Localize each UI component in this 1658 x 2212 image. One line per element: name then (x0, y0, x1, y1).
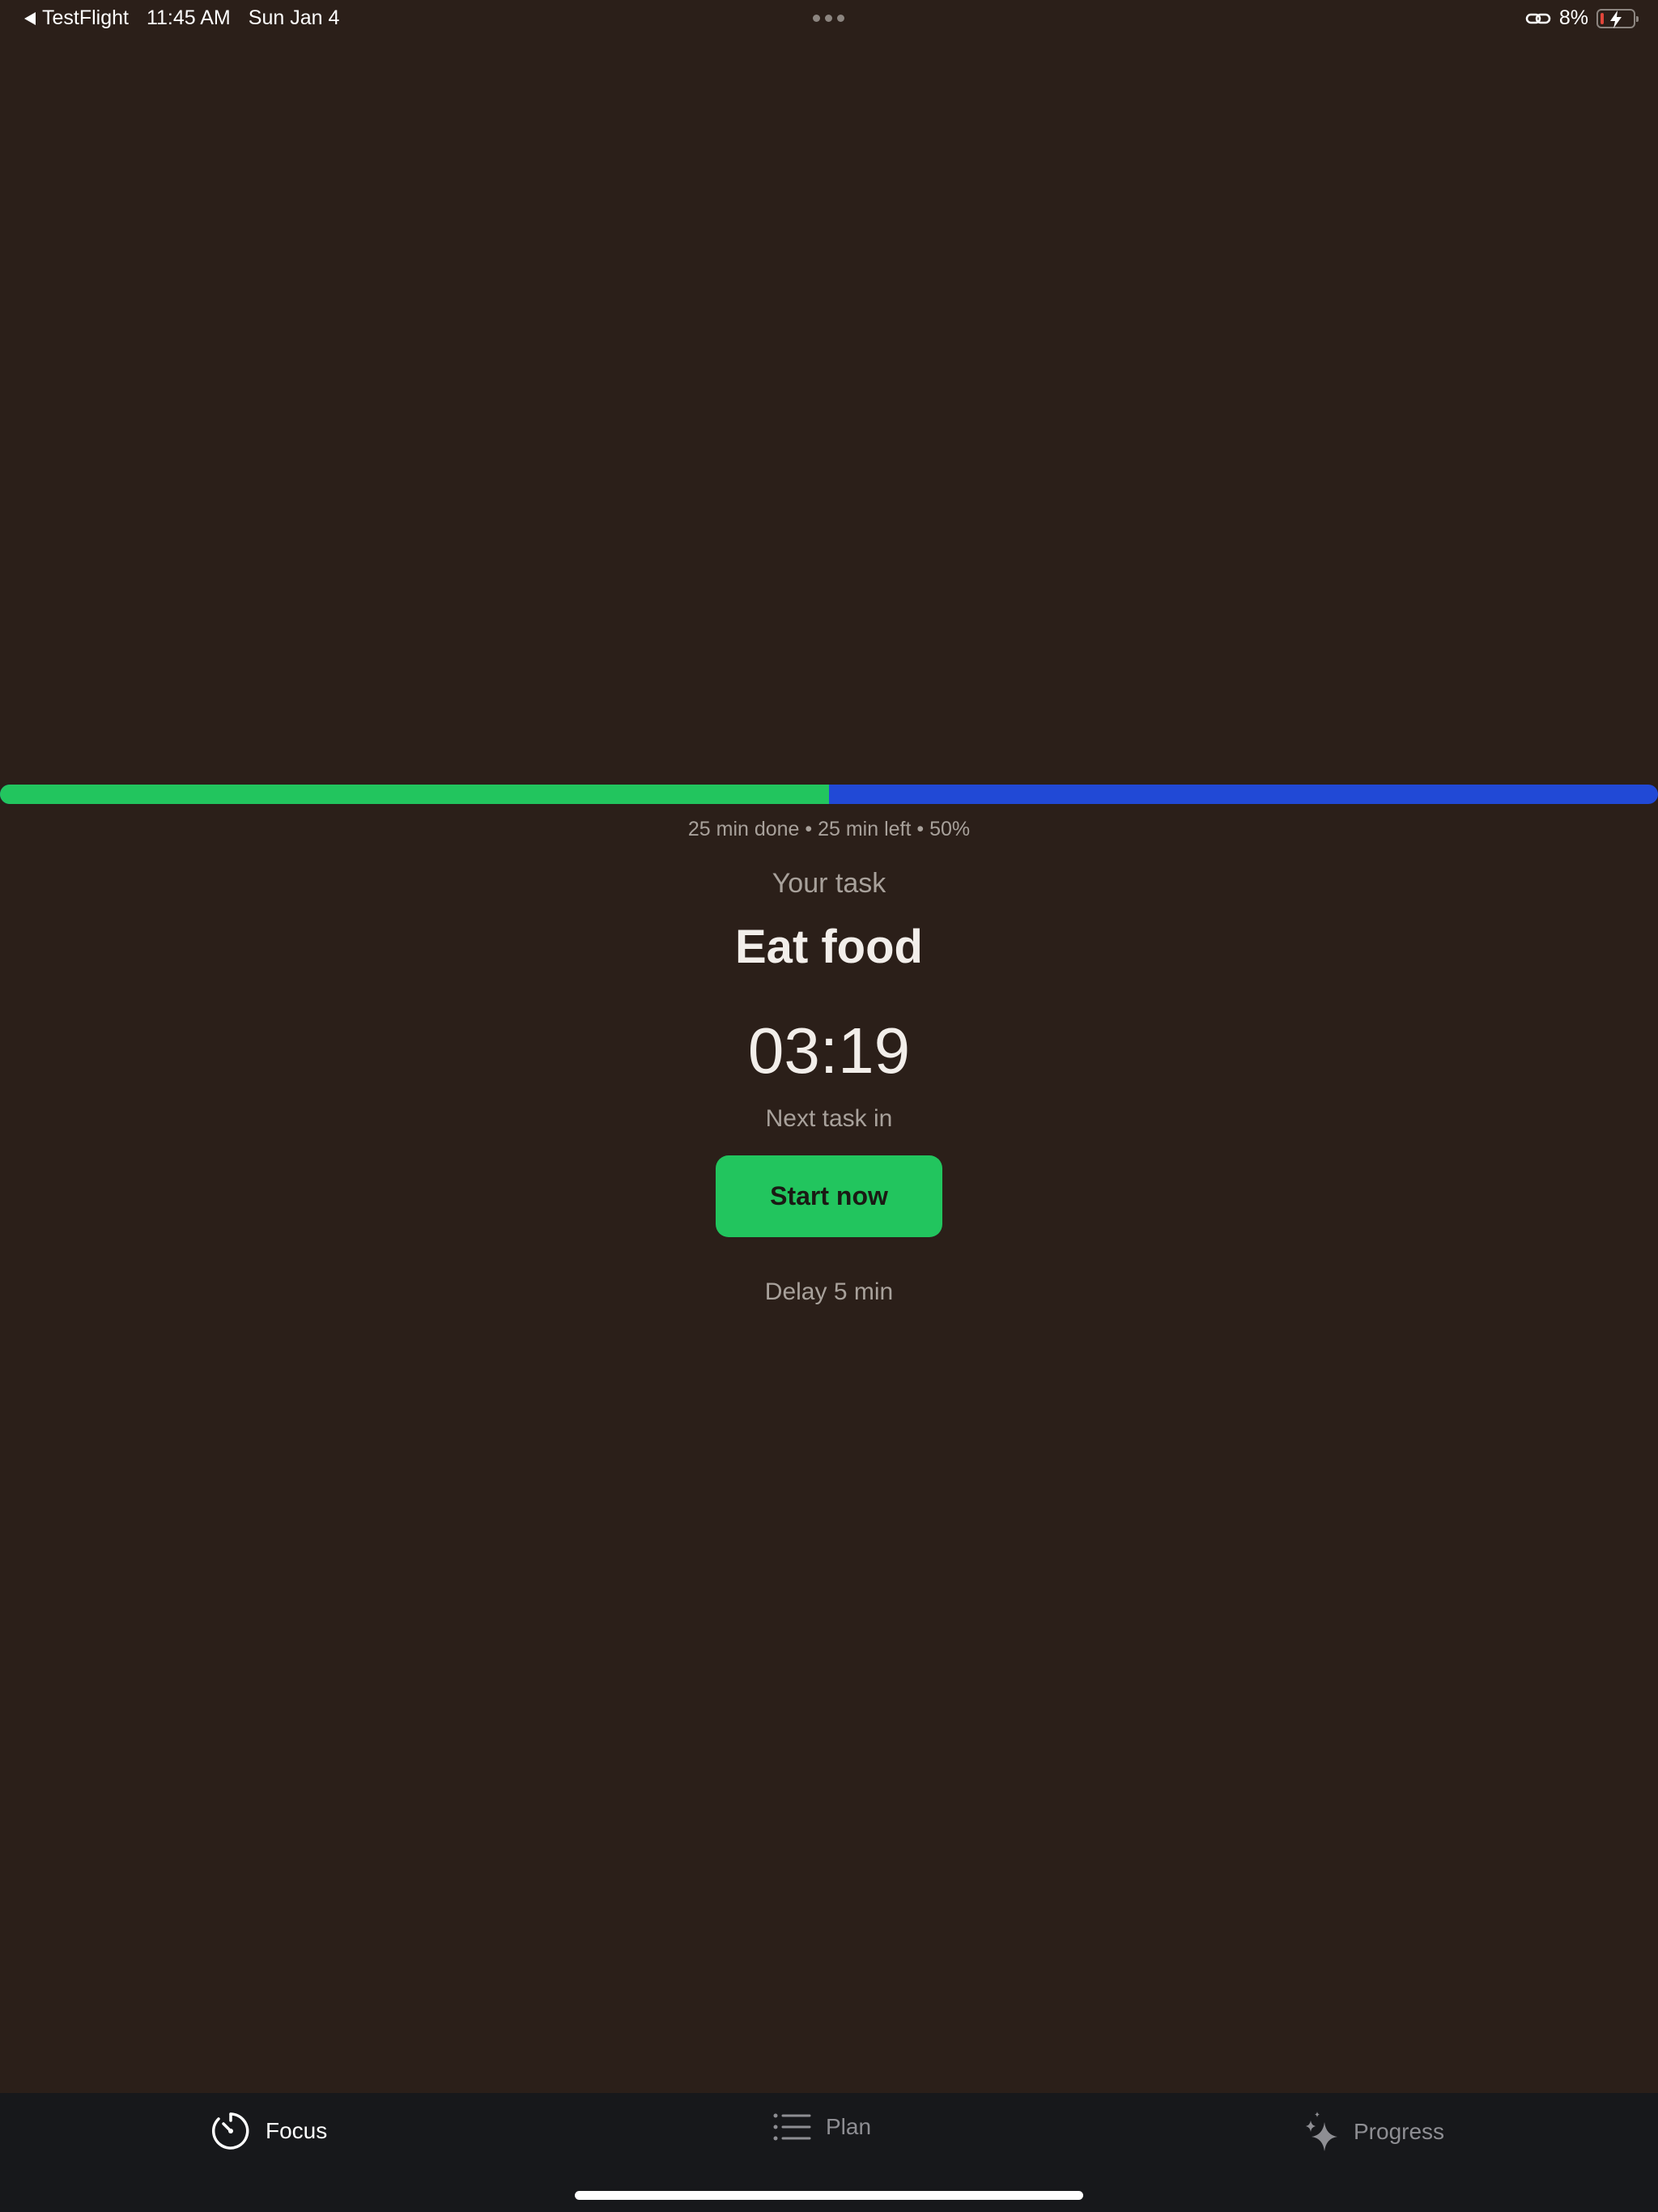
task-caption: Your task (772, 868, 886, 899)
delay-button[interactable]: Delay 5 min (0, 1278, 1658, 1306)
tab-focus-label: Focus (266, 2118, 328, 2143)
tab-progress[interactable]: Progress (1303, 2111, 1444, 2153)
back-to-app-button[interactable]: TestFlight (24, 6, 129, 30)
home-indicator[interactable] (575, 2191, 1083, 2200)
charging-bolt-icon (1610, 10, 1622, 28)
countdown-timer: 03:19 (747, 1015, 911, 1087)
day-progress-bar (0, 785, 1658, 804)
status-left: TestFlight 11:45 AM Sun Jan 4 (24, 6, 339, 30)
multitasking-dots[interactable] (813, 15, 844, 22)
battery-icon (1596, 8, 1639, 28)
start-now-button[interactable]: Start now (716, 1155, 942, 1237)
back-arrow-icon (24, 11, 36, 25)
battery-fill (1601, 12, 1604, 24)
dot (813, 15, 820, 22)
focus-screen: TestFlight 11:45 AM Sun Jan 4 8% 25 min … (0, 0, 1658, 2212)
status-time: 11:45 AM (146, 6, 231, 29)
tab-plan-label: Plan (826, 2114, 872, 2139)
next-task-caption: Next task in (765, 1105, 893, 1132)
dot (837, 15, 844, 22)
progress-summary: 25 min done • 25 min left • 50% (687, 818, 971, 840)
status-right: 8% (1525, 6, 1639, 30)
tab-plan[interactable]: Plan (772, 2111, 871, 2143)
tab-focus[interactable]: Focus (210, 2111, 327, 2151)
tab-progress-label: Progress (1354, 2119, 1445, 2144)
status-bar: TestFlight 11:45 AM Sun Jan 4 8% (0, 0, 1658, 39)
link-icon (1525, 10, 1551, 28)
back-app-label: TestFlight (42, 6, 129, 29)
timer-icon (212, 2112, 249, 2150)
list-icon (773, 2113, 811, 2141)
progress-done-fill (0, 785, 829, 804)
sparkle-icon (1306, 2112, 1337, 2151)
status-date: Sun Jan 4 (248, 6, 340, 29)
battery-percent: 8% (1558, 6, 1588, 29)
task-name: Eat food (735, 921, 923, 973)
dot (825, 15, 832, 22)
